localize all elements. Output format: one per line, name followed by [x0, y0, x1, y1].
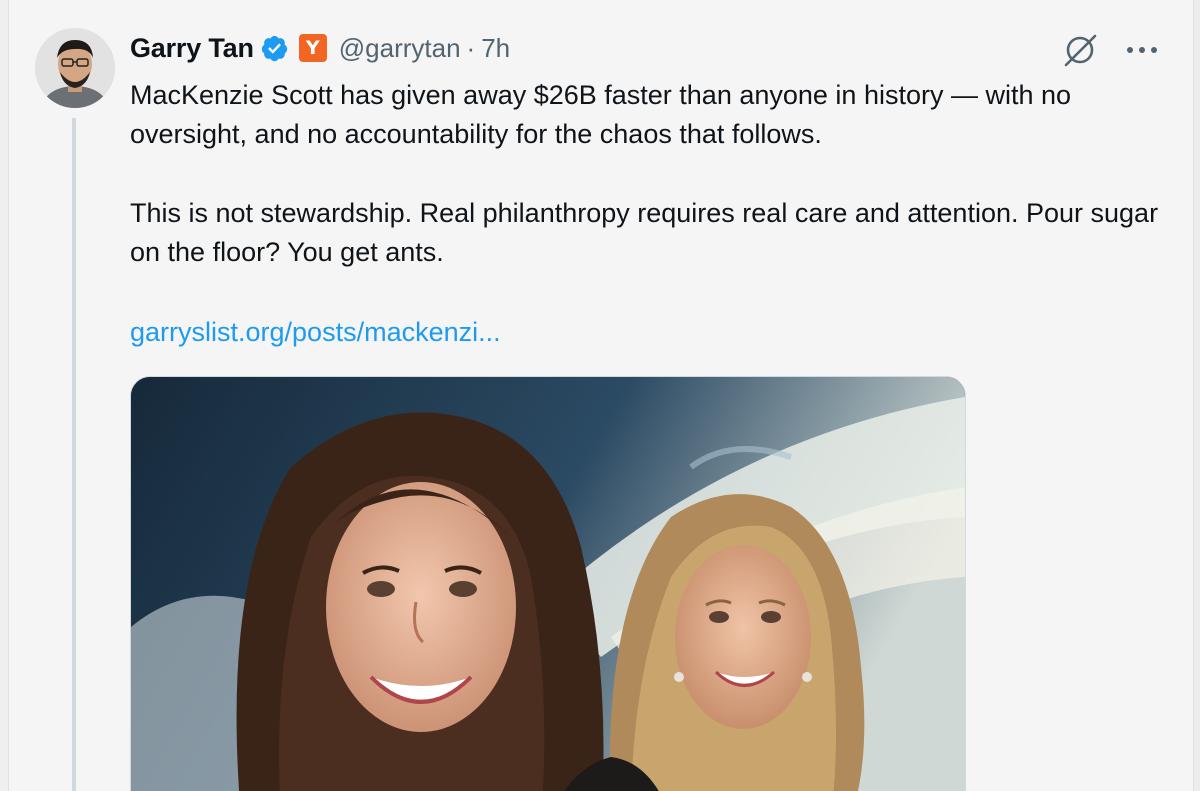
yc-affiliate-badge[interactable]: Y	[298, 34, 327, 62]
tweet-top-actions	[1060, 30, 1162, 70]
tweet-page: Garry Tan Y @garrytan · 7h MacKenzie Sco…	[0, 0, 1200, 791]
tweet-timestamp[interactable]: 7h	[481, 33, 510, 64]
grok-icon[interactable]	[1060, 30, 1100, 70]
author-handle[interactable]: @garrytan	[339, 33, 461, 64]
portrait-illustration	[131, 377, 965, 791]
right-frame-edge	[1193, 0, 1200, 791]
more-icon[interactable]	[1122, 30, 1162, 70]
verified-badge-icon[interactable]	[260, 34, 289, 63]
tweet-text-paragraph-2: This is not stewardship. Real philanthro…	[130, 198, 1159, 267]
tweet-body: MacKenzie Scott has given away $26B fast…	[130, 76, 1170, 272]
left-frame-edge	[0, 0, 9, 791]
tweet-link[interactable]: garryslist.org/posts/mackenzi...	[130, 313, 501, 352]
author-display-name[interactable]: Garry Tan	[130, 33, 254, 64]
tweet-text-paragraph-1: MacKenzie Scott has given away $26B fast…	[130, 80, 1072, 149]
thread-line	[72, 118, 76, 791]
avatar-image	[35, 28, 115, 108]
author-avatar[interactable]	[35, 28, 115, 108]
header-separator: ·	[466, 32, 476, 63]
tweet-header: Garry Tan Y @garrytan · 7h	[130, 30, 510, 66]
tweet-media-image[interactable]	[130, 376, 966, 791]
